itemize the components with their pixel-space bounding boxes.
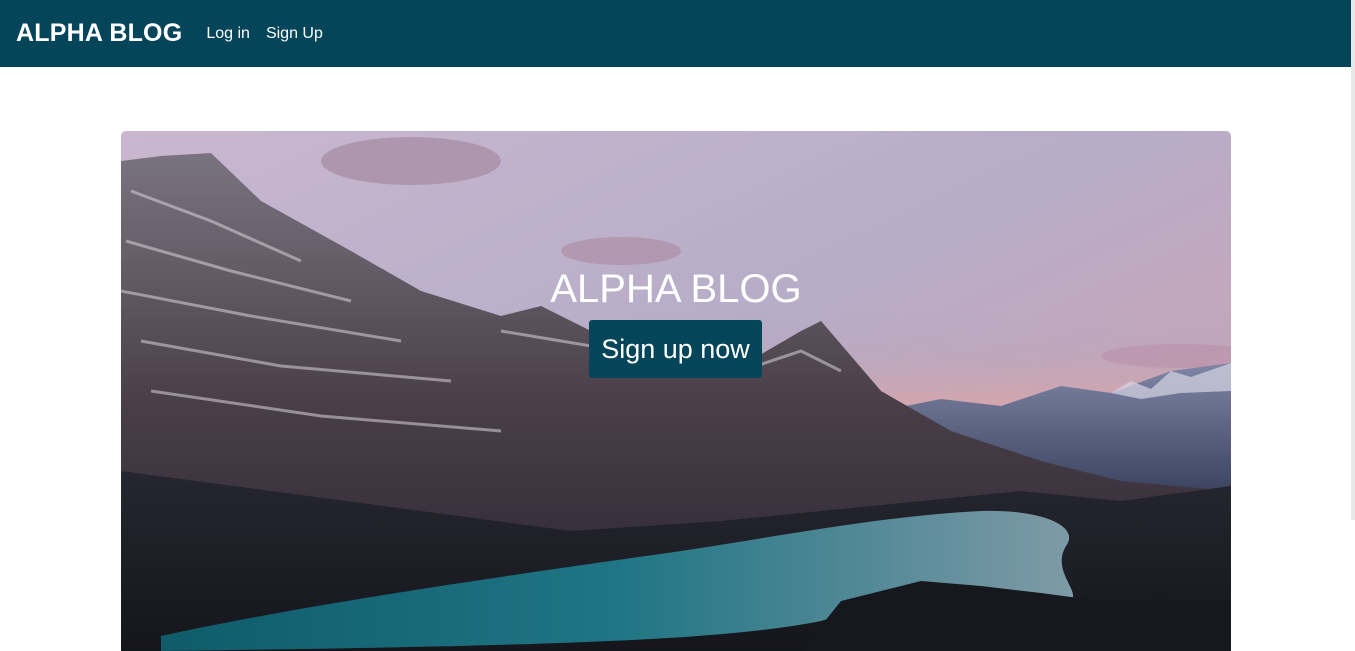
brand-logo-link[interactable]: ALPHA BLOG (16, 19, 182, 48)
sign-up-now-button[interactable]: Sign up now (589, 320, 762, 378)
hero-title: ALPHA BLOG (550, 267, 802, 311)
nav-link-sign-up[interactable]: Sign Up (266, 25, 323, 43)
hero-banner: ALPHA BLOG Sign up now (121, 131, 1231, 651)
top-navbar: ALPHA BLOG Log in Sign Up (0, 0, 1351, 67)
page-scrollbar[interactable] (1351, 0, 1355, 520)
hero-background-image (121, 131, 1231, 651)
nav-link-log-in[interactable]: Log in (206, 25, 250, 43)
